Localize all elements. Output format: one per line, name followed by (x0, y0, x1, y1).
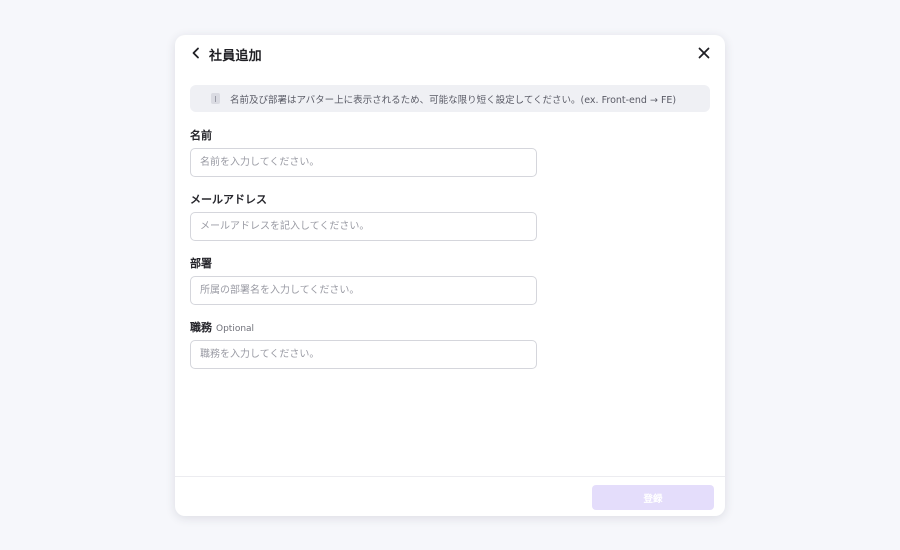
register-button[interactable]: 登録 (592, 485, 714, 510)
position-label: 職務 (190, 321, 212, 334)
department-label: 部署 (190, 257, 212, 270)
chevron-left-icon (192, 47, 199, 59)
info-icon (211, 93, 220, 104)
position-input[interactable] (190, 340, 537, 369)
notice-text: 名前及び部署はアバター上に表示されるため、可能な限り短く設定してください。(ex… (230, 94, 677, 106)
name-input[interactable] (190, 148, 537, 177)
name-label: 名前 (190, 129, 212, 142)
close-icon (698, 47, 710, 59)
footer-divider (175, 476, 725, 477)
dialog-title: 社員追加 (209, 49, 262, 64)
back-button[interactable] (187, 44, 205, 62)
close-button[interactable] (695, 44, 713, 62)
email-input[interactable] (190, 212, 537, 241)
position-label-row: 職務 Optional (190, 319, 254, 335)
info-notice: 名前及び部署はアバター上に表示されるため、可能な限り短く設定してください。(ex… (190, 85, 710, 112)
email-label: メールアドレス (190, 193, 267, 206)
add-employee-dialog: 社員追加 名前及び部署はアバター上に表示されるため、可能な限り短く設定してくださ… (175, 35, 725, 516)
optional-tag: Optional (216, 324, 255, 334)
department-input[interactable] (190, 276, 537, 305)
dialog-header: 社員追加 (175, 35, 725, 73)
